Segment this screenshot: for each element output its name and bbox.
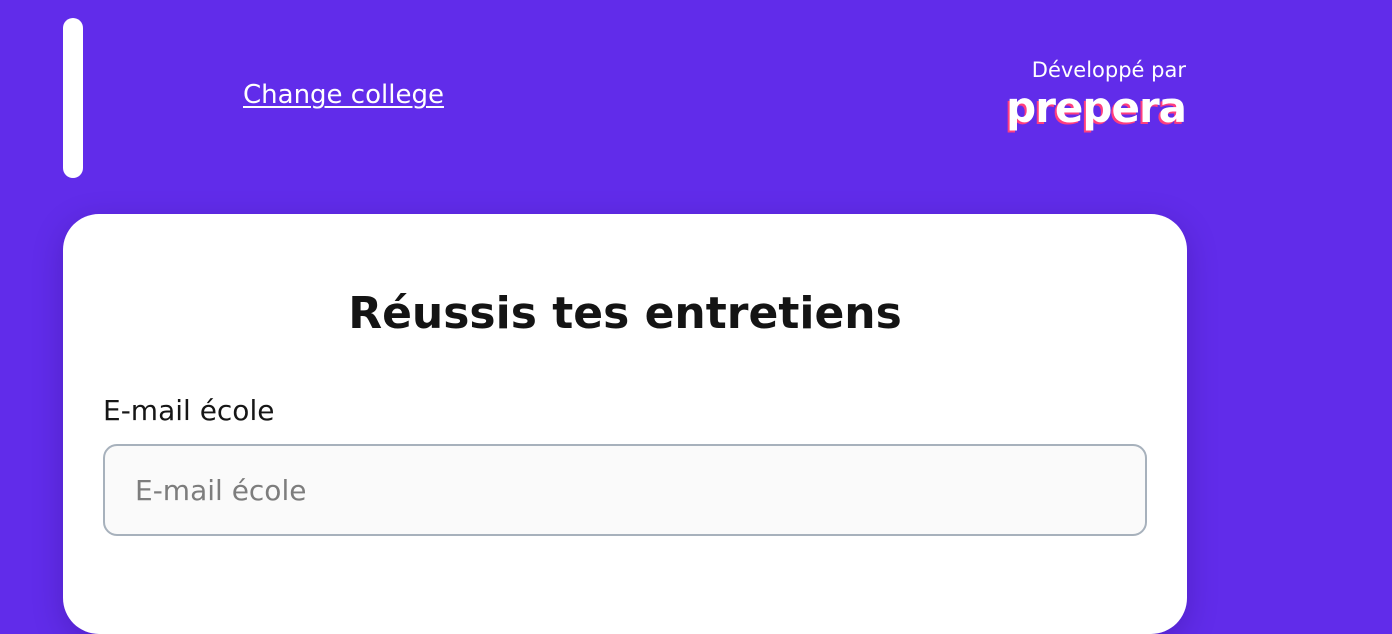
prepera-logo: prepera [1006,83,1187,132]
header: Change college Développé par prepera [0,0,1392,200]
email-input[interactable] [103,444,1147,536]
login-card: Réussis tes entretiens E-mail école [63,214,1187,634]
school-logo-placeholder [63,18,83,178]
page-title: Réussis tes entretiens [348,288,902,339]
email-label: E-mail école [103,394,275,427]
change-college-link[interactable]: Change college [243,80,444,110]
developed-by-text: Développé par [1031,58,1186,82]
brand-block: Développé par prepera [1006,56,1187,132]
